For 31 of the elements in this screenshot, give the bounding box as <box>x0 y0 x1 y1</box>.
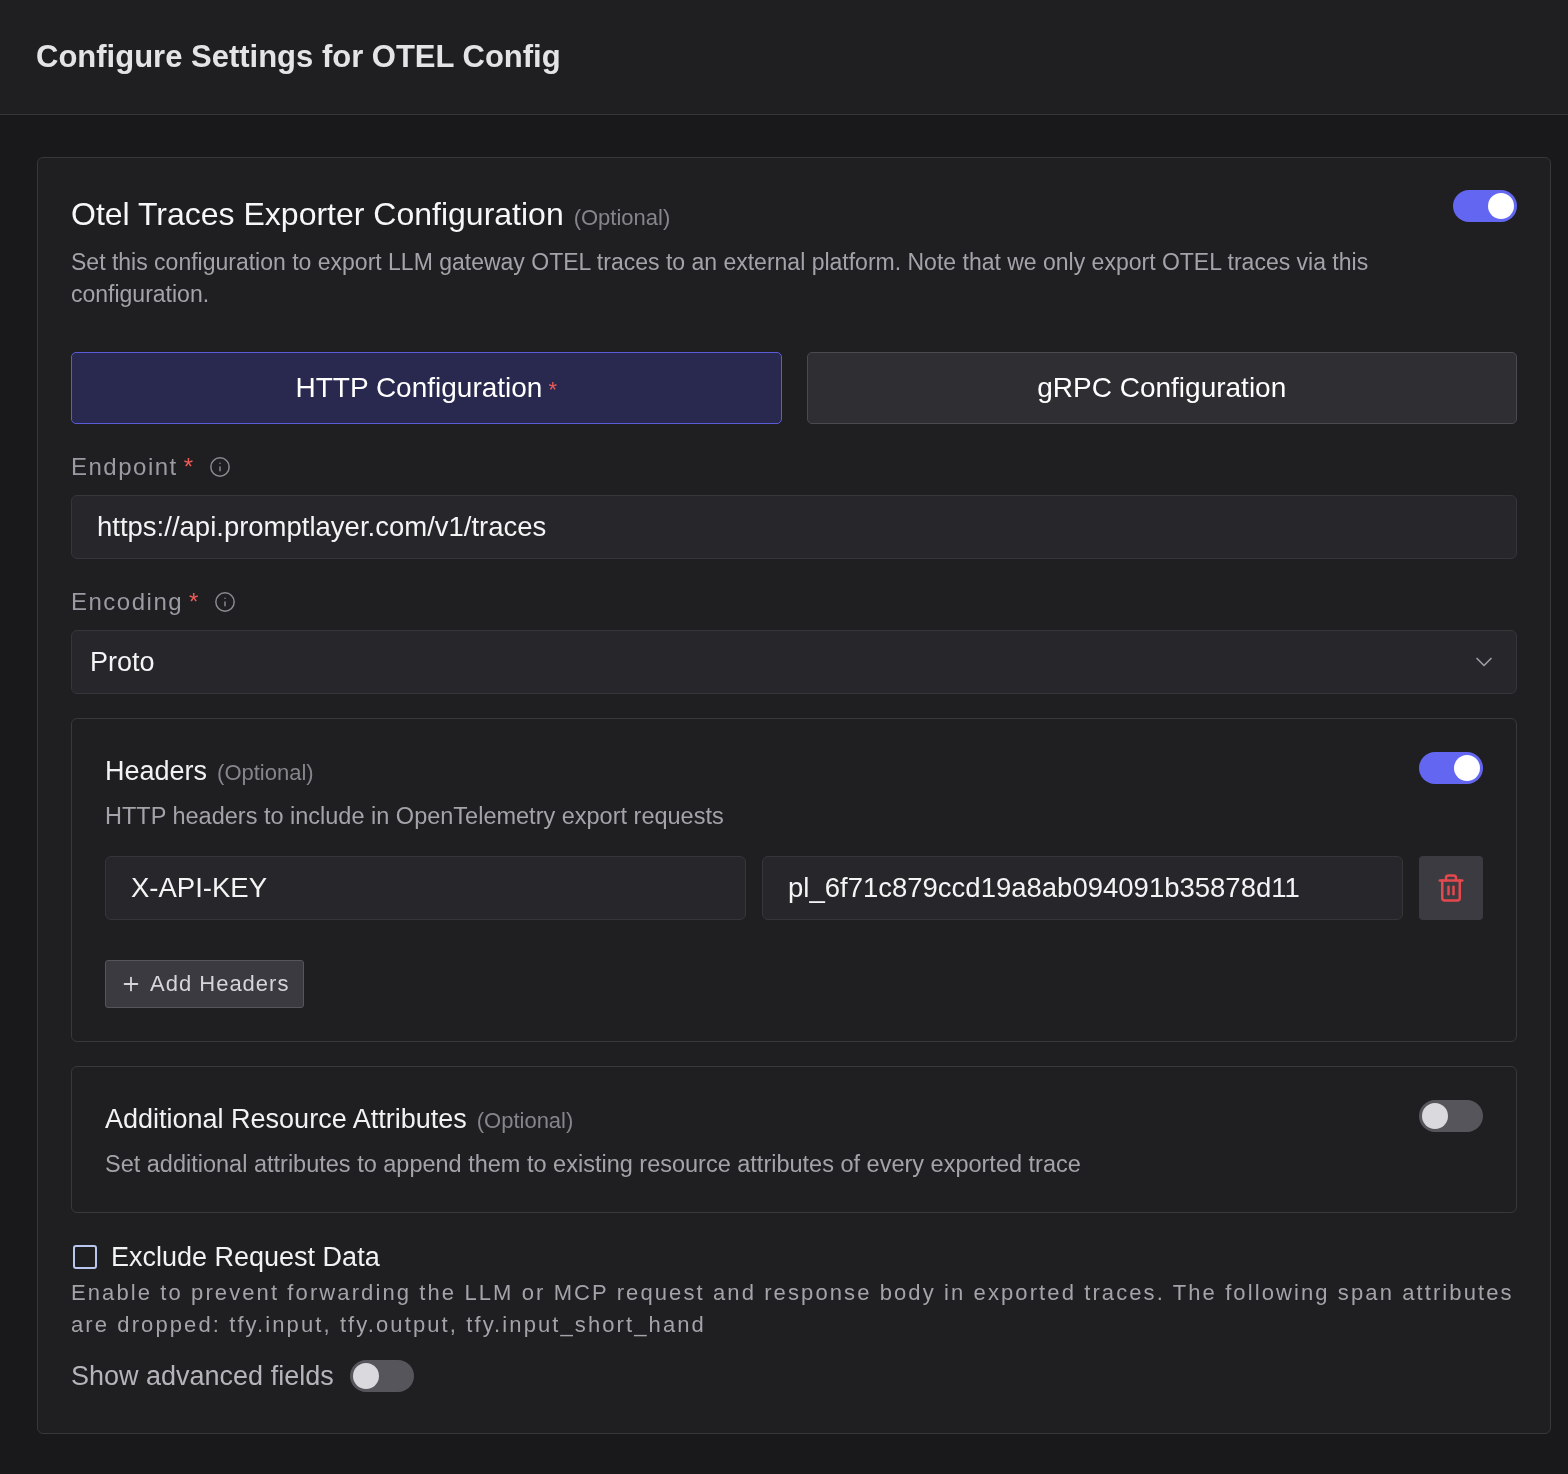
delete-button[interactable] <box>1419 856 1483 920</box>
add-headers-button[interactable]: Add Headers <box>105 960 305 1008</box>
section-description: HTTP headers to include in OpenTelemetry export requests <box>105 802 725 831</box>
toggle-switch[interactable] <box>1419 1100 1483 1132</box>
info-icon[interactable] <box>213 591 236 613</box>
endpoint-input[interactable]: https://api.promptlayer.com/v1/traces <box>71 495 1517 559</box>
checkbox-description: Enable to prevent forwarding the LLM or MCP request and response body in exported traces. The following span attributes are dropped: tfy.input, tfy.output, tfy.input_short_hand <box>71 1279 1515 1339</box>
toggle-switch[interactable] <box>349 1360 414 1392</box>
checkbox[interactable] <box>73 1245 97 1269</box>
optional-label: (Optional) <box>476 1108 574 1134</box>
header-key-input[interactable]: X-API-KEY <box>105 856 746 920</box>
advanced-fields-label: Show advanced fields <box>71 1360 334 1392</box>
section-title: Headers <box>105 755 208 788</box>
encoding-select[interactable]: Proto <box>71 630 1517 694</box>
section-description: Set additional attributes to append them to existing resource attributes of every exported trace <box>105 1150 1082 1179</box>
toggle-switch[interactable] <box>1453 190 1517 222</box>
section-title: Additional Resource Attributes <box>105 1103 467 1136</box>
header-value-input[interactable]: pl_6f71c879ccd19a8ab094091b35878d11 <box>762 856 1403 920</box>
card-description: Set this configuration to export LLM gateway OTEL traces to an external platform. Note that we only export OTEL traces via this configuration. <box>71 248 1370 309</box>
card-title: Otel Traces Exporter Configuration <box>71 195 564 234</box>
toggle-switch[interactable] <box>1419 752 1483 784</box>
info-icon[interactable] <box>208 456 231 478</box>
field-label: Encoding * <box>71 588 200 616</box>
optional-label: (Optional) <box>573 205 671 231</box>
optional-label: (Optional) <box>217 760 314 786</box>
trash-icon <box>1436 873 1466 903</box>
config-tab[interactable]: gRPC Configuration <box>806 352 1517 424</box>
checkbox-label: Exclude Request Data <box>111 1241 380 1273</box>
field-label: Endpoint * <box>71 453 195 481</box>
page-title: Configure Settings for OTEL Config <box>36 38 561 76</box>
config-tab[interactable]: HTTP Configuration * <box>71 352 782 424</box>
